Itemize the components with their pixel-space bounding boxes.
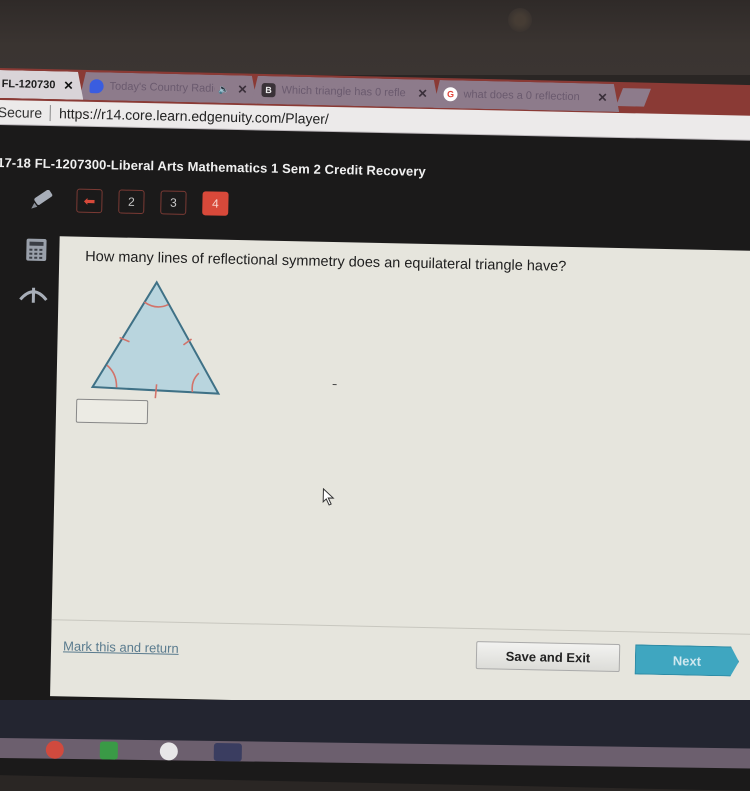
new-tab-button[interactable] bbox=[616, 88, 651, 106]
taskbar-app-icon[interactable] bbox=[100, 741, 118, 759]
tab-pandora[interactable]: Today's Country Radic 🔈 ✕ bbox=[79, 72, 258, 104]
pencil-icon[interactable] bbox=[28, 190, 55, 218]
calculator-icon[interactable] bbox=[25, 238, 48, 267]
taskbar-app-icon[interactable] bbox=[160, 742, 178, 760]
tab-brainly[interactable]: B Which triangle has 0 refle ✕ bbox=[251, 76, 440, 108]
tab-title: what does a 0 reflection bbox=[463, 89, 589, 104]
address-separator bbox=[50, 105, 51, 121]
answer-input[interactable] bbox=[76, 399, 148, 425]
tab-title: Which triangle has 0 refle bbox=[281, 84, 409, 99]
close-tab-icon[interactable]: ✕ bbox=[63, 78, 73, 92]
question-text: How many lines of reflectional symmetry … bbox=[85, 249, 566, 275]
audio-playing-icon: 🔈 bbox=[218, 83, 229, 94]
mark-and-return-link[interactable]: Mark this and return bbox=[63, 638, 179, 655]
mouse-cursor-icon bbox=[322, 488, 336, 511]
triangle-shape bbox=[92, 281, 220, 394]
back-button[interactable]: ⬅ bbox=[76, 189, 102, 214]
url-text[interactable]: https://r14.core.learn.edgenuity.com/Pla… bbox=[59, 105, 329, 127]
tab-title: FL-120730 bbox=[2, 78, 56, 91]
save-and-exit-button[interactable]: Save and Exit bbox=[476, 641, 621, 672]
stray-mark bbox=[333, 384, 337, 385]
google-icon: G bbox=[443, 87, 457, 101]
close-tab-icon[interactable]: ✕ bbox=[417, 86, 427, 100]
monitor-bezel-top bbox=[0, 0, 750, 75]
tab-google[interactable]: G what does a 0 reflection ✕ bbox=[433, 80, 620, 112]
footer-divider bbox=[52, 619, 750, 635]
next-button[interactable]: Next bbox=[635, 644, 740, 676]
question-panel: How many lines of reflectional symmetry … bbox=[50, 236, 750, 711]
pandora-icon bbox=[89, 79, 103, 93]
question-2-button[interactable]: 2 bbox=[118, 189, 144, 214]
edgenuity-player: 17-18 FL-1207300-Liberal Arts Mathematic… bbox=[0, 125, 750, 791]
equilateral-triangle-figure bbox=[86, 277, 228, 400]
security-indicator[interactable]: Secure bbox=[0, 104, 42, 121]
tab-title: Today's Country Radic bbox=[109, 80, 214, 94]
tab-edgenuity[interactable]: FL-120730 ✕ bbox=[0, 70, 84, 100]
compass-icon[interactable] bbox=[18, 283, 49, 309]
brainly-icon: B bbox=[261, 83, 275, 97]
close-tab-icon[interactable]: ✕ bbox=[237, 82, 247, 96]
question-4-button[interactable]: 4 bbox=[202, 191, 228, 216]
course-title: 17-18 FL-1207300-Liberal Arts Mathematic… bbox=[0, 155, 426, 179]
taskbar-app-icon[interactable] bbox=[214, 743, 242, 761]
close-tab-icon[interactable]: ✕ bbox=[597, 91, 607, 105]
webcam bbox=[508, 8, 532, 32]
question-3-button[interactable]: 3 bbox=[160, 190, 186, 215]
